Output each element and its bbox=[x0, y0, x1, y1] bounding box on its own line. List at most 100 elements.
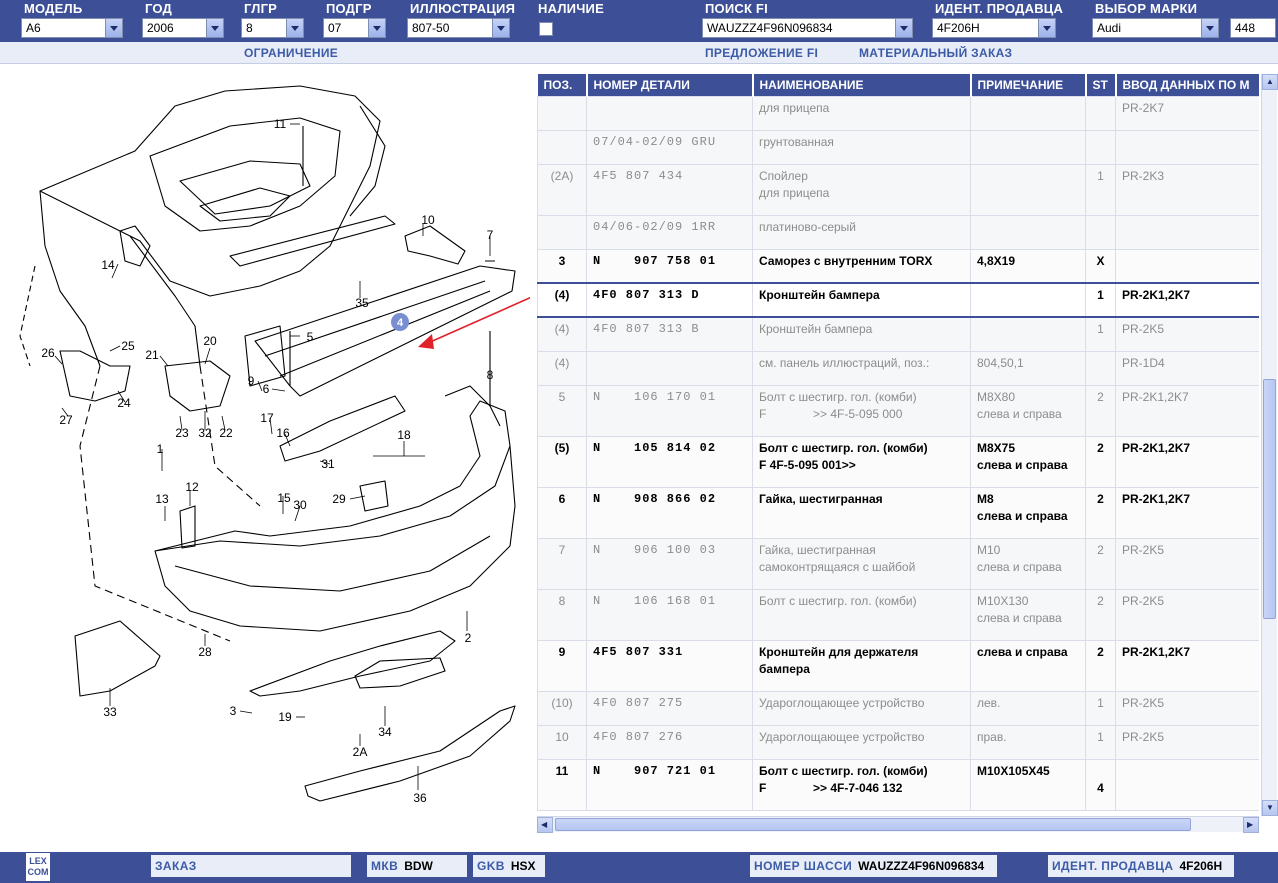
callout-label[interactable]: 8 bbox=[487, 368, 494, 382]
chevron-down-icon[interactable] bbox=[1201, 19, 1218, 37]
callout-label[interactable]: 10 bbox=[421, 213, 435, 227]
table-row[interactable]: 6N 908 866 02 Гайка, шестигранная M8 слева… bbox=[537, 486, 1259, 539]
col-pos-header[interactable]: ПОЗ. bbox=[537, 74, 588, 96]
extra-field[interactable]: 448 bbox=[1230, 18, 1276, 38]
callout-label[interactable]: 22 bbox=[219, 426, 233, 440]
col-note-header[interactable]: ПРИМЕЧАНИЕ bbox=[970, 74, 1087, 96]
callout-label[interactable]: 11 bbox=[274, 117, 287, 131]
callout-label[interactable]: 3 bbox=[230, 704, 237, 718]
cell-part-number: 4F0 807 313 D bbox=[586, 282, 753, 318]
col-st-header[interactable]: ST bbox=[1085, 74, 1117, 96]
chevron-down-icon[interactable] bbox=[1038, 19, 1055, 37]
vertical-scrollbar[interactable]: ▲ ▼ bbox=[1261, 74, 1278, 816]
chevron-down-icon[interactable] bbox=[895, 19, 912, 37]
callout-label[interactable]: 13 bbox=[155, 492, 169, 506]
callout-label[interactable]: 29 bbox=[332, 492, 346, 506]
order-link[interactable]: ЗАКАЗ bbox=[155, 859, 197, 873]
callout-label[interactable]: 28 bbox=[198, 645, 212, 659]
col-name-header[interactable]: НАИМЕНОВАНИЕ bbox=[752, 74, 972, 96]
callout-label[interactable]: 32 bbox=[198, 426, 212, 440]
callout-label[interactable]: 2 bbox=[465, 631, 472, 645]
illustration-select[interactable]: 807-50 bbox=[407, 18, 510, 38]
scroll-left-button[interactable]: ◀ bbox=[537, 817, 553, 833]
model-select[interactable]: A6 bbox=[21, 18, 123, 38]
callout-label[interactable]: 7 bbox=[487, 228, 494, 242]
cell-data-entry: PR-2K5 bbox=[1115, 588, 1259, 641]
callout-label[interactable]: 33 bbox=[103, 705, 117, 719]
callout-label[interactable]: 18 bbox=[397, 428, 411, 442]
horizontal-scroll-thumb[interactable] bbox=[555, 818, 1191, 831]
chevron-down-icon[interactable] bbox=[286, 19, 303, 37]
order-panel[interactable]: ЗАКАЗ bbox=[151, 855, 351, 877]
chevron-down-icon[interactable] bbox=[492, 19, 509, 37]
main-group-select[interactable]: 8 bbox=[241, 18, 304, 38]
table-row[interactable]: (5) N 105 814 02 Болт с шестигр. гол. (ком… bbox=[537, 435, 1259, 488]
table-row[interactable]: 07/04-02/09 GRU грунтованная bbox=[537, 129, 1259, 165]
callout-label[interactable]: 16 bbox=[276, 426, 290, 440]
callout-label[interactable]: 25 bbox=[121, 339, 135, 353]
restriction-link[interactable]: ОГРАНИЧЕНИЕ bbox=[244, 46, 338, 60]
search-fi-select[interactable]: WAUZZZ4F96N096834 bbox=[702, 18, 913, 38]
col-data-entry-header[interactable]: ВВОД ДАННЫХ ПО М bbox=[1115, 74, 1259, 96]
callout-label[interactable]: 23 bbox=[175, 426, 189, 440]
table-row[interactable]: для прицепа PR-2K7 bbox=[537, 95, 1259, 131]
table-row[interactable]: 9 4F5 807 331 Кронштейн для держателя бамп… bbox=[537, 639, 1259, 692]
table-row[interactable]: (4) 4F0 807 313 D Кронштейн бампера 1 PR-2K1… bbox=[537, 282, 1259, 318]
callout-label[interactable]: 9 bbox=[248, 374, 255, 388]
horizontal-scrollbar[interactable]: ◀ ▶ bbox=[537, 816, 1259, 833]
material-order-link[interactable]: МАТЕРИАЛЬНЫЙ ЗАКАЗ bbox=[859, 46, 1012, 60]
dealer-label: ИДЕНТ. ПРОДАВЦА bbox=[1052, 859, 1174, 873]
cell-name: Кронштейн бампера bbox=[752, 282, 971, 318]
dealer-id-select[interactable]: 4F206H bbox=[932, 18, 1056, 38]
table-row[interactable]: (4) 4F0 807 313 B Кронштейн бампера 1 PR-2K5 bbox=[537, 316, 1259, 352]
callout-label[interactable]: 14 bbox=[101, 258, 115, 272]
chevron-down-icon[interactable] bbox=[206, 19, 223, 37]
callout-label[interactable]: 6 bbox=[263, 382, 270, 396]
callout-label[interactable]: 30 bbox=[293, 498, 307, 512]
callout-label[interactable]: 26 bbox=[41, 346, 55, 360]
col-part-number-header[interactable]: НОМЕР ДЕТАЛИ bbox=[586, 74, 754, 96]
table-row[interactable]: (10) 4F0 807 275 Удароглощающее устройство… bbox=[537, 690, 1259, 726]
highlighted-callout[interactable]: 4 bbox=[391, 313, 409, 331]
cell-pos: 7 bbox=[537, 537, 587, 590]
callout-label[interactable]: 20 bbox=[203, 334, 217, 348]
callout-label[interactable]: 31 bbox=[321, 457, 335, 471]
chevron-down-icon[interactable] bbox=[368, 19, 385, 37]
table-header-row: ПОЗ. НОМЕР ДЕТАЛИ НАИМЕНОВАНИЕ ПРИМЕЧАНИ… bbox=[537, 74, 1259, 96]
chevron-down-icon[interactable] bbox=[105, 19, 122, 37]
callout-label[interactable]: 34 bbox=[378, 725, 392, 739]
subgroup-select[interactable]: 07 bbox=[323, 18, 386, 38]
table-row[interactable]: 8N 106 168 01 Болт с шестигр. гол. (комби… bbox=[537, 588, 1259, 641]
availability-checkbox[interactable] bbox=[539, 22, 553, 36]
callout-label[interactable]: 17 bbox=[260, 411, 274, 425]
offer-fi-link[interactable]: ПРЕДЛОЖЕНИЕ FI bbox=[705, 46, 818, 60]
scroll-right-button[interactable]: ▶ bbox=[1243, 817, 1259, 833]
callout-label[interactable]: 2A bbox=[353, 745, 368, 759]
table-row[interactable]: 10 4F0 807 276 Удароглощающее устройство пр… bbox=[537, 724, 1259, 760]
callout-label[interactable]: 5 bbox=[307, 330, 314, 344]
callout-label[interactable]: 12 bbox=[185, 480, 199, 494]
vertical-scroll-thumb[interactable] bbox=[1263, 379, 1276, 619]
table-row[interactable]: 11 N 907 721 01 Болт с шестигр. гол. (комб… bbox=[537, 758, 1259, 811]
table-row[interactable]: (4) см. панель иллюстраций, поз.: 804,50,1… bbox=[537, 350, 1259, 386]
callout-label[interactable]: 36 bbox=[413, 791, 427, 805]
cell-data-entry: PR-2K1,2K7 bbox=[1115, 282, 1259, 318]
table-row[interactable]: 7N 906 100 03 Гайка, шестигранная самокон… bbox=[537, 537, 1259, 590]
year-select[interactable]: 2006 bbox=[142, 18, 224, 38]
scroll-up-button[interactable]: ▲ bbox=[1262, 74, 1278, 90]
callout-label[interactable]: 21 bbox=[145, 348, 159, 362]
chevron-up-icon: ▲ bbox=[1266, 77, 1274, 86]
callout-label[interactable]: 24 bbox=[117, 396, 131, 410]
callout-label[interactable]: 15 bbox=[277, 491, 291, 505]
table-row[interactable]: 3N 907 758 01 Саморез с внутренним TORX 4,… bbox=[537, 248, 1259, 284]
brand-select[interactable]: Audi bbox=[1092, 18, 1219, 38]
table-row[interactable]: 04/06-02/09 1RR платиново-серый bbox=[537, 214, 1259, 250]
callout-label[interactable]: 19 bbox=[278, 710, 292, 724]
table-row[interactable]: (2A) 4F5 807 434 Спойлер для прицепа 1 PR-2K… bbox=[537, 163, 1259, 216]
callout-label[interactable]: 1 bbox=[157, 442, 164, 456]
callout-label[interactable]: 27 bbox=[59, 413, 73, 427]
scroll-down-button[interactable]: ▼ bbox=[1262, 800, 1278, 816]
cell-pos: (4) bbox=[537, 316, 587, 352]
table-row[interactable]: 5N 106 170 01 Болт с шестигр. гол. (комби… bbox=[537, 384, 1259, 437]
callout-label[interactable]: 35 bbox=[355, 296, 369, 310]
